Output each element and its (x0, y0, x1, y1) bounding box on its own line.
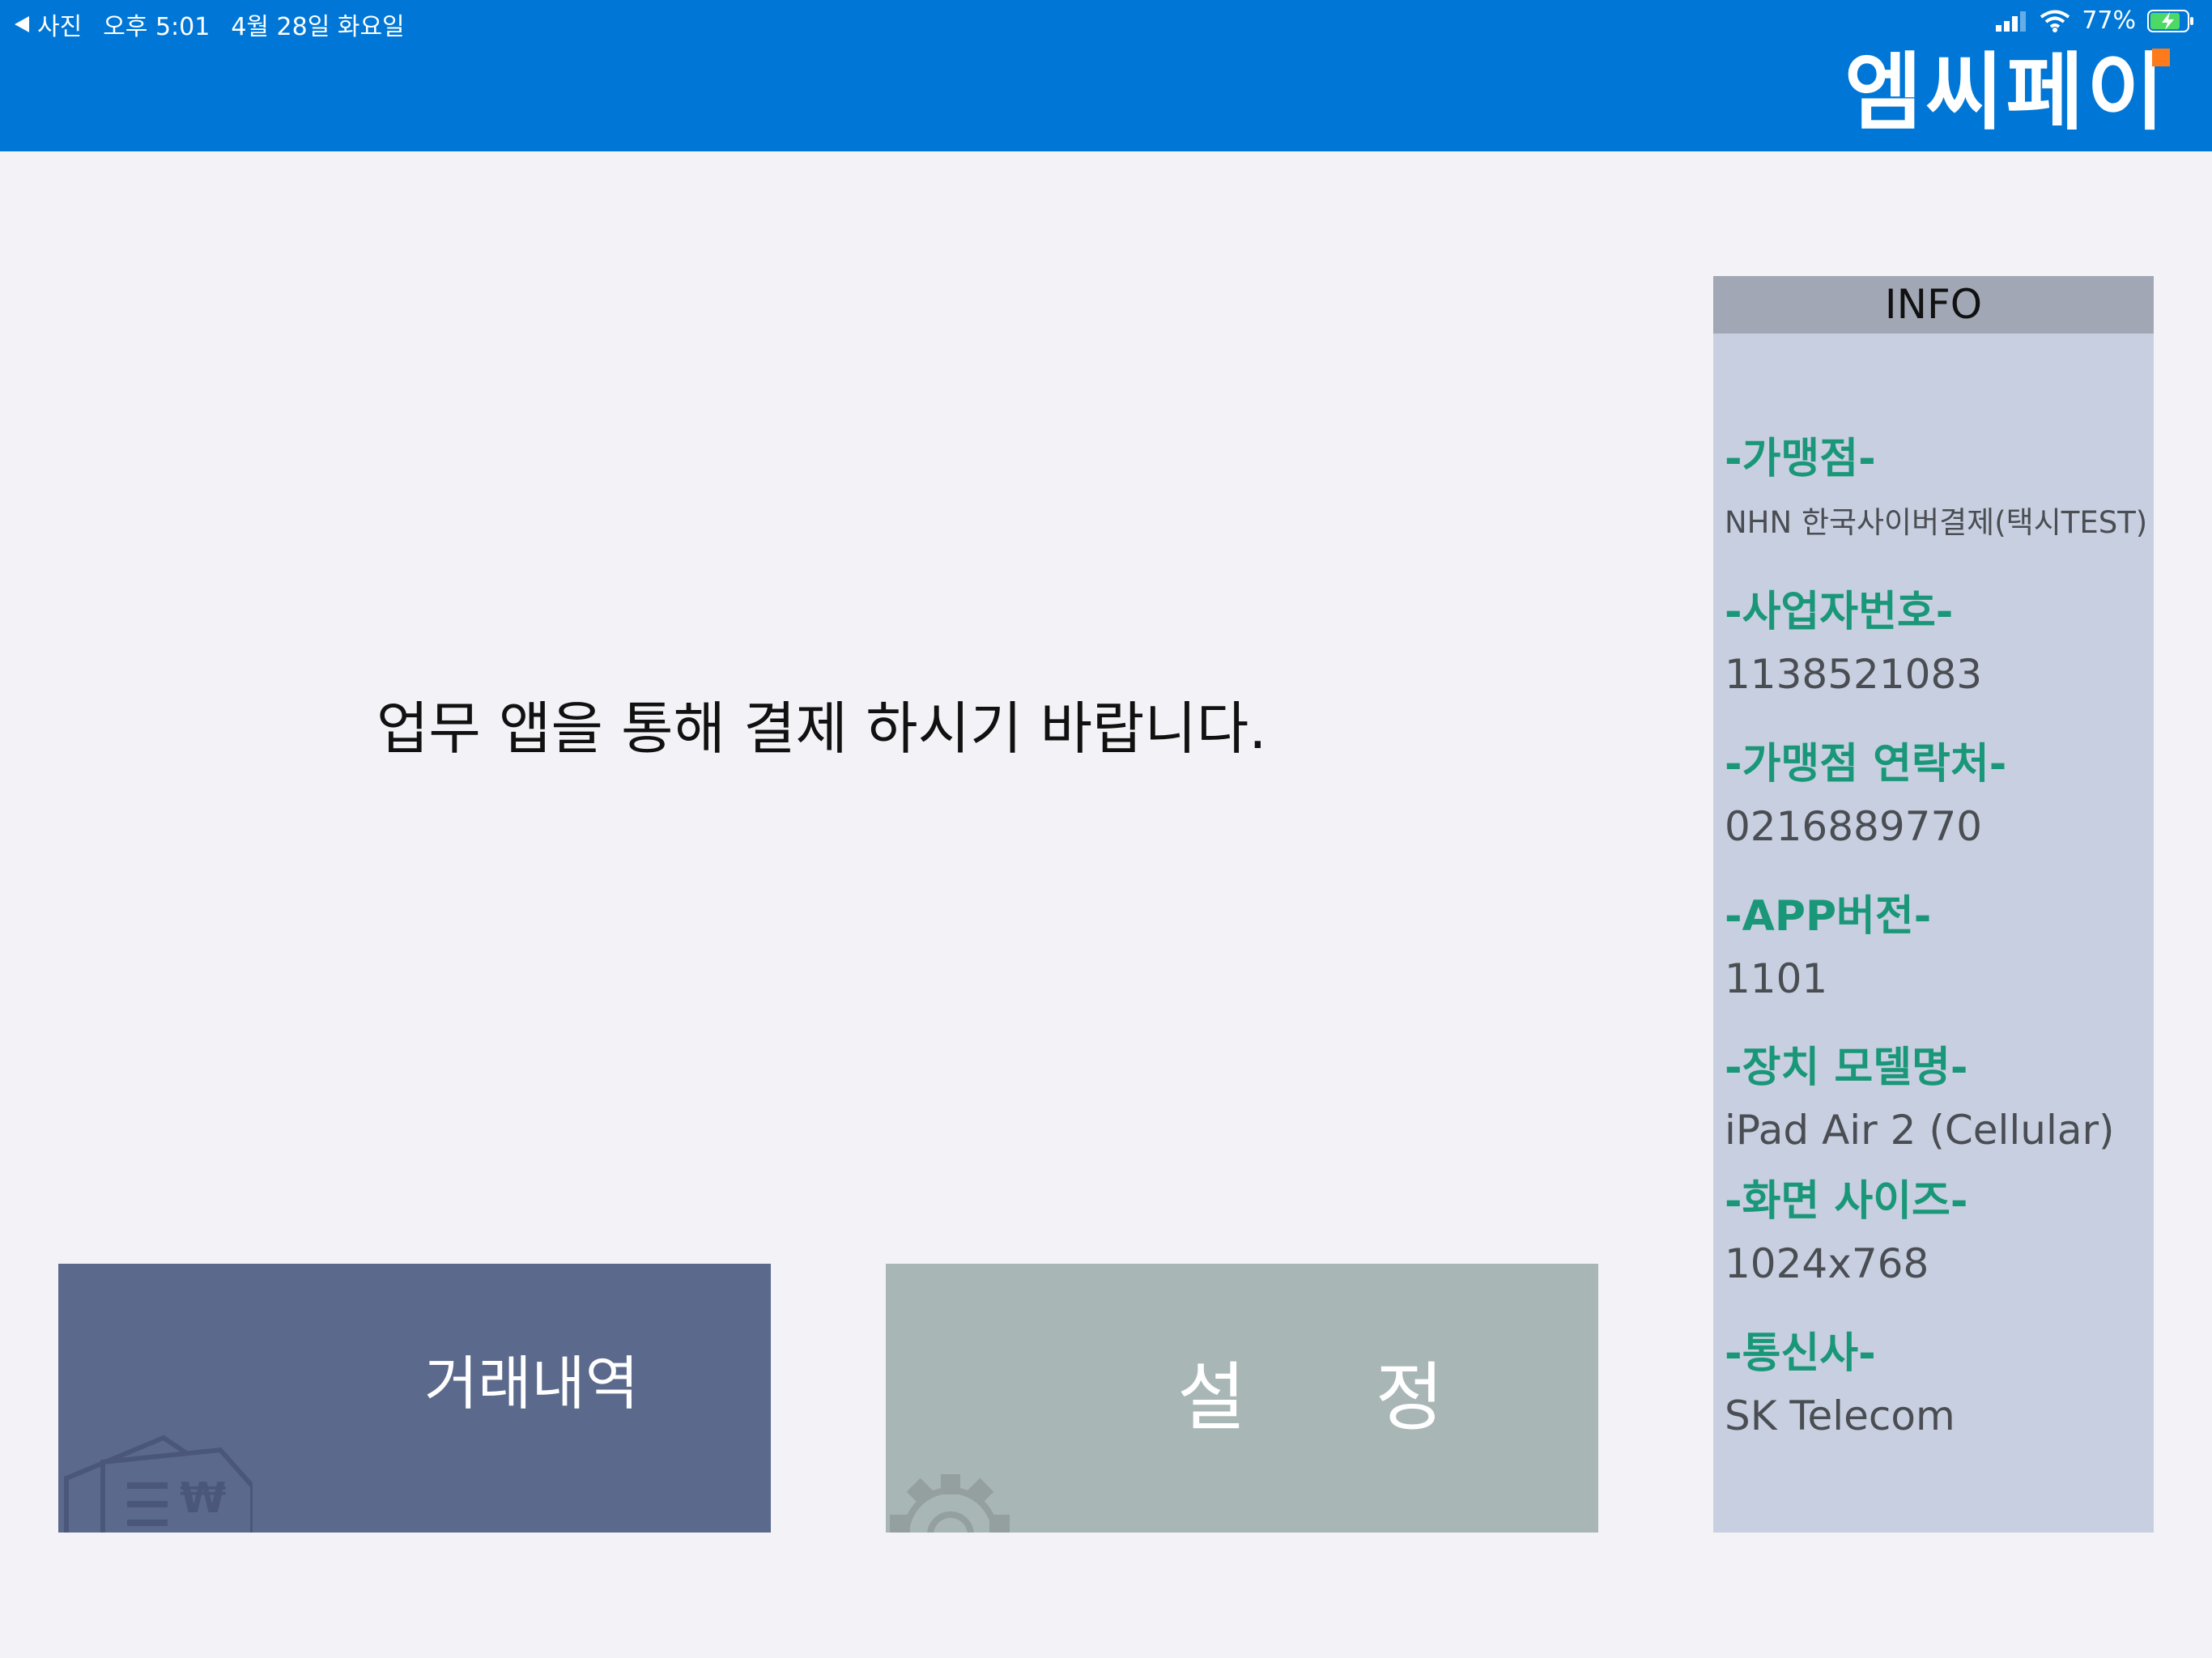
settings-button[interactable]: 설정 (886, 1264, 1598, 1533)
back-triangle-icon (15, 16, 29, 32)
info-merchant-contact-value: 0216889770 (1725, 803, 1983, 850)
info-merchant-value: NHN 한국사이버결제(택시TEST) (1725, 505, 2148, 540)
info-merchant-contact-label: -가맹점 연락처- (1725, 740, 2007, 789)
wifi-icon (2040, 10, 2070, 32)
status-bar: 사진 오후 5:01 4월 28일 화요일 77% (0, 0, 2212, 42)
info-app-version-value: 1101 (1725, 955, 1828, 1002)
info-device-model-value: iPad Air 2 (Cellular) (1725, 1107, 2115, 1154)
gear-icon (890, 1474, 1010, 1533)
info-merchant-label: -가맹점- (1725, 435, 1876, 483)
info-merchant-contact: -가맹점 연락처- 0216889770 (1725, 743, 2006, 847)
brand-logo: 엠씨페이 (1844, 43, 2167, 142)
transaction-history-button[interactable]: ₩ 거래내역 (58, 1264, 771, 1533)
back-app-label: 사진 (37, 13, 83, 41)
info-business-number: -사업자번호- 1138521083 (1725, 591, 1982, 695)
info-device-model-label: -장치 모델명- (1725, 1044, 1968, 1092)
info-business-number-value: 1138521083 (1725, 651, 1983, 698)
status-time: 오후 5:01 (103, 13, 211, 41)
info-screen-size-value: 1024x768 (1725, 1240, 1929, 1287)
info-device-model: -장치 모델명- iPad Air 2 (Cellular) (1725, 1047, 2115, 1150)
info-carrier-value: SK Telecom (1725, 1392, 1955, 1439)
status-right: 77% (1996, 6, 2196, 35)
history-button-label: 거래내역 (424, 1350, 639, 1418)
battery-charging-icon (2147, 9, 2193, 32)
info-business-number-label: -사업자번호- (1725, 588, 1954, 636)
app-header: 사진 오후 5:01 4월 28일 화요일 77% 엠씨페이 (0, 0, 2212, 151)
status-left: 사진 오후 5:01 4월 28일 화요일 (13, 6, 405, 42)
info-panel-title: INFO (1713, 276, 2154, 334)
info-screen-size: -화면 사이즈- 1024x768 (1725, 1180, 1967, 1284)
status-date: 4월 28일 화요일 (231, 13, 405, 41)
info-carrier-label: -통신사- (1725, 1329, 1876, 1378)
info-carrier: -통신사- SK Telecom (1725, 1333, 1955, 1436)
receipt-won-icon: ₩ (64, 1435, 253, 1533)
info-panel: INFO -가맹점- NHN 한국사이버결제(택시TEST) -사업자번호- 1… (1713, 276, 2154, 1533)
instruction-message: 업무 앱을 통해 결제 하시기 바랍니다. (376, 695, 1267, 762)
battery-percent: 77% (2082, 6, 2136, 35)
back-to-app-link[interactable]: 사진 (13, 6, 82, 42)
info-merchant: -가맹점- NHN 한국사이버결제(택시TEST) (1725, 438, 2147, 538)
info-app-version: -APP버전- 1101 (1725, 895, 1931, 999)
info-screen-size-label: -화면 사이즈- (1725, 1177, 1968, 1226)
info-app-version-label: -APP버전- (1725, 892, 1932, 941)
logo-accent-dot (2152, 49, 2170, 66)
svg-text:₩: ₩ (180, 1474, 226, 1523)
settings-button-label: 설정 (1177, 1354, 1574, 1441)
cellular-signal-icon (1996, 11, 2027, 32)
